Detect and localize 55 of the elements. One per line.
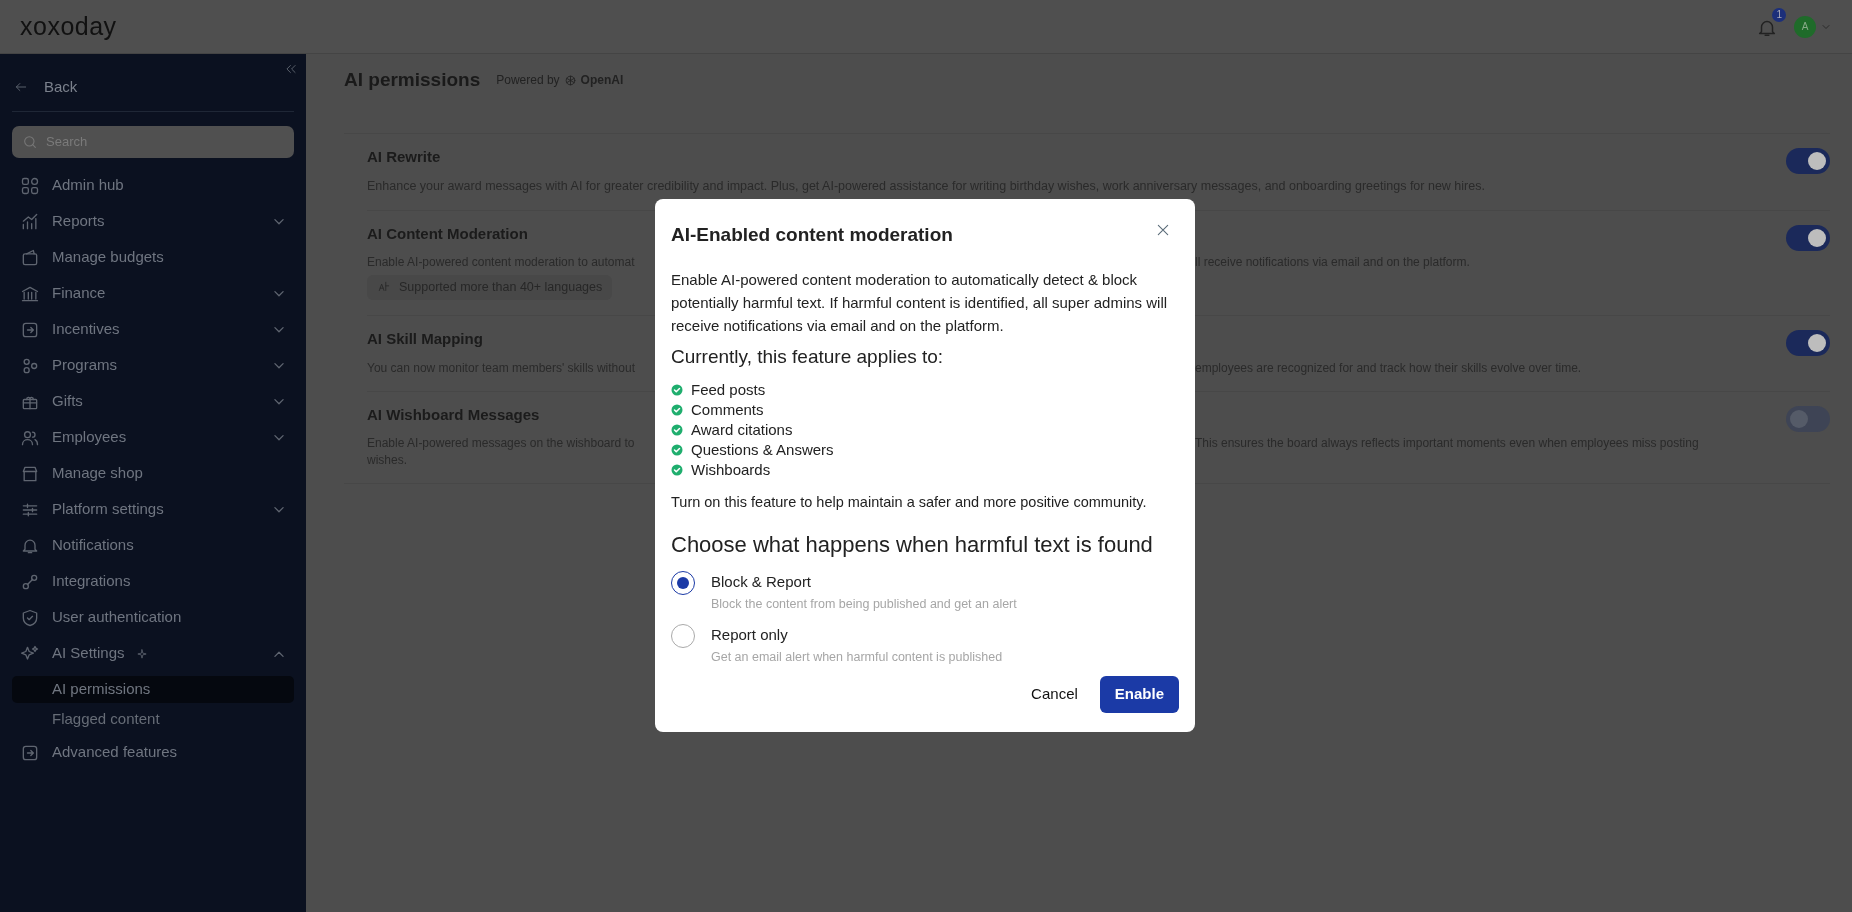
sidebar-item[interactable]: Integrations — [12, 563, 294, 600]
sidebar-item[interactable]: User authentication — [12, 599, 294, 636]
sidebar-item[interactable]: Finance — [12, 275, 294, 312]
applies-item: Wishboards — [691, 459, 771, 480]
sidebar-item-icon — [20, 211, 40, 232]
sidebar-item[interactable]: Admin hub — [12, 167, 294, 204]
sidebar-item[interactable]: Employees — [12, 419, 294, 456]
option-hint: Block the content from being published and get an alert — [711, 596, 1017, 613]
check-circle-icon — [671, 383, 683, 396]
search-icon — [22, 133, 38, 150]
radio-button[interactable] — [671, 570, 695, 595]
check-circle-icon — [671, 443, 683, 456]
radio-button[interactable] — [671, 623, 695, 648]
check-circle-icon — [671, 403, 683, 416]
sparkle-icon — [136, 648, 147, 659]
sidebar-item[interactable]: Manage shop — [12, 455, 294, 492]
check-circle-icon — [671, 423, 683, 436]
applies-item: Questions & Answers — [691, 439, 834, 460]
sidebar-item[interactable]: Programs — [12, 347, 294, 384]
choice-heading: Choose what happens when harmful text is found — [671, 530, 1154, 559]
applies-heading: Currently, this feature applies to: — [671, 345, 945, 370]
applies-item: Feed posts — [691, 379, 766, 400]
sidebar-item[interactable]: Manage budgets — [12, 239, 294, 276]
sidebar-item[interactable]: AI Settings — [12, 635, 294, 672]
sidebar-item-icon — [20, 247, 40, 268]
sidebar-item[interactable]: Platform settings — [12, 491, 294, 528]
toggle-switch[interactable] — [1786, 147, 1830, 174]
cancel-button[interactable]: Cancel — [1017, 675, 1092, 714]
modal-title: AI-Enabled content moderation — [671, 223, 953, 247]
option-label: Block & Report — [711, 571, 813, 592]
sidebar-item[interactable]: Gifts — [12, 383, 294, 420]
option-hint: Get an email alert when harmful content is published — [711, 649, 1003, 667]
check-circle-icon — [671, 463, 683, 476]
collapse-icon — [284, 62, 298, 76]
user-avatar[interactable]: A — [1794, 15, 1816, 38]
toggle-switch[interactable] — [1786, 405, 1830, 432]
option-label: Report only — [711, 624, 789, 645]
enable-button[interactable]: Enable — [1099, 676, 1179, 713]
sidebar-item[interactable]: Incentives — [12, 311, 294, 348]
sidebar-item[interactable]: Advanced features — [12, 734, 294, 771]
modal-note: Turn on this feature to help maintain a safer and more positive community. — [671, 492, 1148, 512]
sidebar-item-icon — [20, 175, 40, 196]
sidebar-subitem[interactable]: AI permissions — [12, 675, 294, 703]
sidebar-subitem[interactable]: Flagged content — [12, 706, 294, 733]
sidebar-item[interactable]: Notifications — [12, 527, 294, 564]
back-link[interactable]: Back — [44, 76, 78, 99]
applies-item: Comments — [691, 399, 764, 420]
toggle-switch[interactable] — [1786, 330, 1830, 357]
notification-count: 1 — [1772, 7, 1786, 22]
toggle-switch[interactable] — [1786, 224, 1830, 251]
sidebar-item[interactable]: Reports — [12, 203, 294, 240]
applies-item: Award citations — [691, 419, 793, 440]
sidebar-item-icon — [20, 607, 40, 628]
logo[interactable]: xoxoday — [20, 7, 117, 46]
modal-description: Enable AI-powered content moderation to automatically detect & block potentially harmful text. If harmful content is identified, all super admins will receive notifications via email and on the platform. — [671, 269, 1169, 336]
